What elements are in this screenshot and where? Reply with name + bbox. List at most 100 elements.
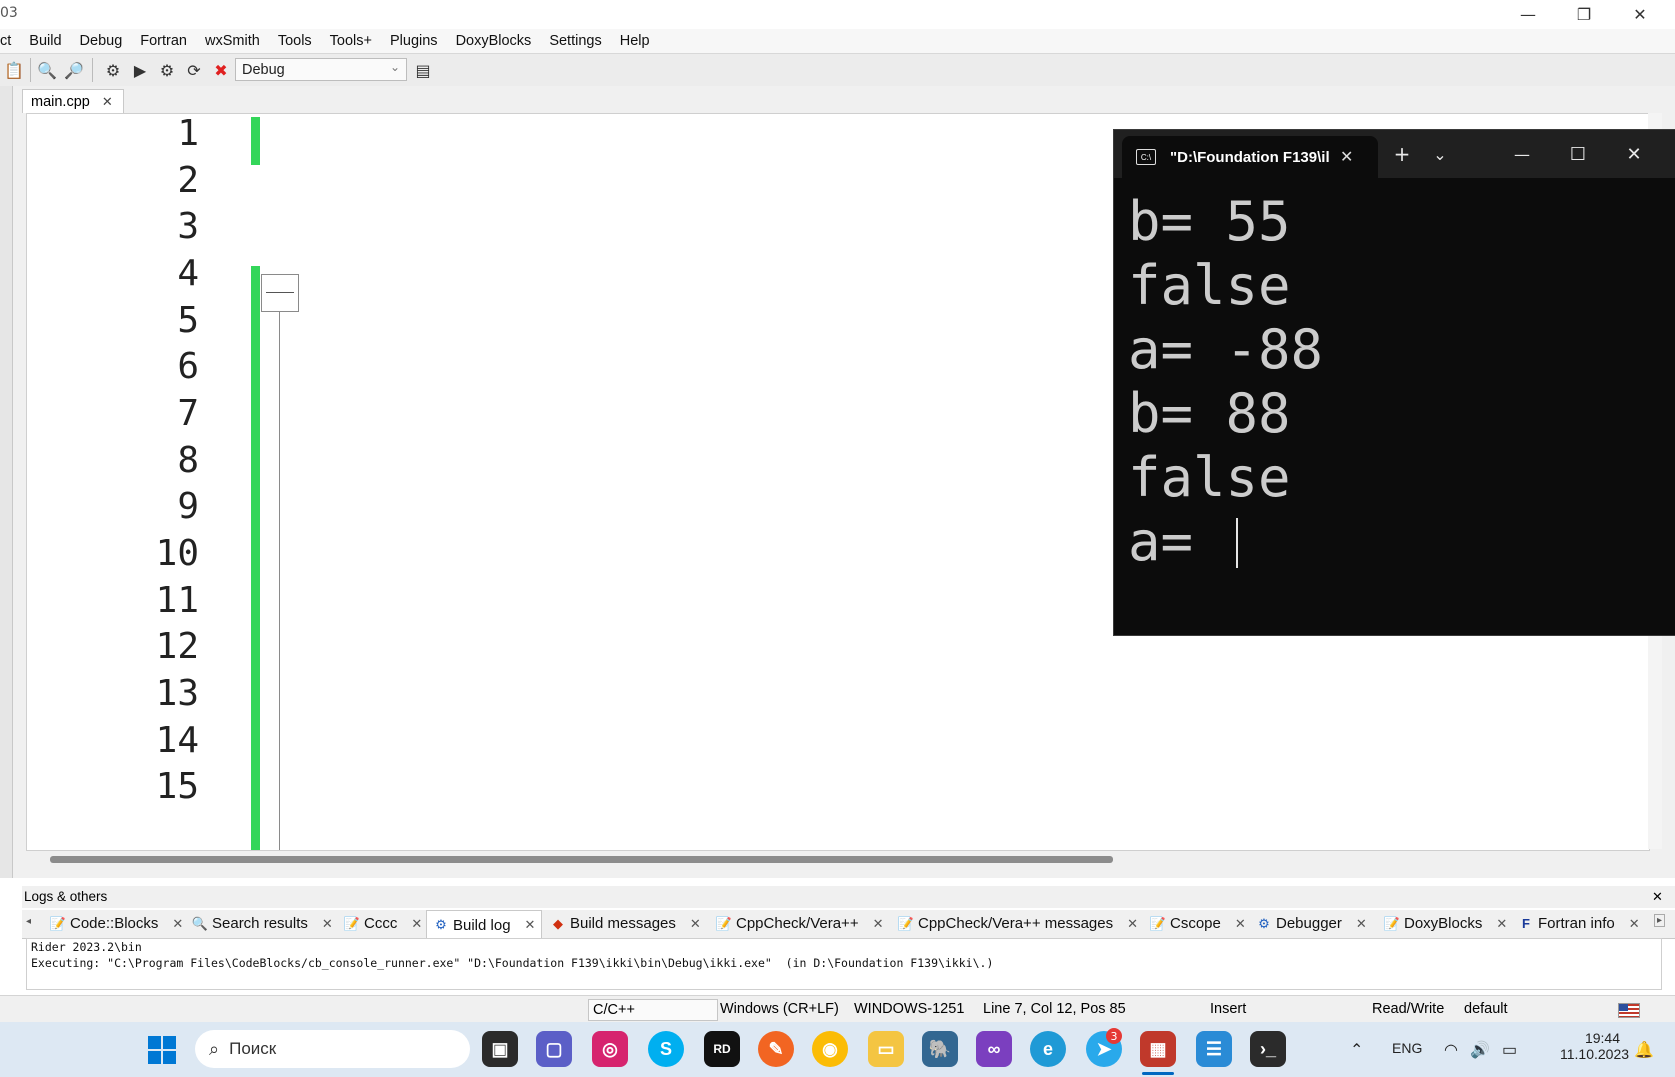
tab-cppcheck-messages[interactable]: 📝 CppCheck/Vera++ messages ✕: [898, 910, 1138, 937]
horizontal-scrollbar-thumb[interactable]: [50, 856, 1113, 863]
tab-main-cpp[interactable]: main.cpp ✕: [22, 89, 124, 113]
menu-debug[interactable]: Debug: [71, 33, 132, 49]
menu-plugins[interactable]: Plugins: [381, 33, 447, 49]
console-maximize-button[interactable]: ☐: [1550, 138, 1606, 170]
close-panel-icon[interactable]: ✕: [1652, 889, 1663, 905]
file-explorer-icon[interactable]: ▭: [868, 1031, 904, 1067]
close-tab-icon[interactable]: ✕: [1127, 916, 1138, 932]
terminal-icon[interactable]: ›_: [1250, 1031, 1286, 1067]
fold-marker[interactable]: [261, 274, 299, 312]
document-icon: 📝: [1383, 915, 1401, 931]
task-view-icon[interactable]: ▣: [482, 1031, 518, 1067]
paste-icon[interactable]: 📋: [3, 59, 25, 81]
close-tab-icon[interactable]: ✕: [690, 916, 701, 932]
tab-cscope[interactable]: 📝 Cscope ✕: [1150, 910, 1246, 937]
console-window[interactable]: C:\ "D:\Foundation F139\il ✕ + ⌄ — ☐ ✕ b…: [1114, 130, 1675, 635]
close-tab-icon[interactable]: ✕: [411, 916, 422, 932]
language-indicator[interactable]: ENG: [1392, 1040, 1422, 1056]
new-tab-button[interactable]: +: [1382, 138, 1422, 170]
line-number: 1: [177, 113, 199, 154]
tab-label: Fortran info: [1538, 915, 1615, 932]
tab-debugger[interactable]: ⚙ Debugger ✕: [1256, 910, 1367, 937]
taskbar-search[interactable]: ⌕ Поиск: [195, 1030, 470, 1068]
volume-icon[interactable]: 🔊: [1470, 1040, 1490, 1060]
tabs-scroll-left-icon[interactable]: ◂: [26, 916, 31, 927]
tab-doxyblocks[interactable]: 📝 DoxyBlocks ✕: [1384, 910, 1507, 937]
console-minimize-button[interactable]: —: [1494, 138, 1550, 170]
document-icon: 📝: [897, 915, 915, 931]
close-tab-icon[interactable]: ✕: [172, 916, 183, 932]
notifications-icon[interactable]: 🔔: [1634, 1040, 1654, 1060]
run-icon[interactable]: ▶: [129, 59, 151, 81]
close-tab-icon[interactable]: ✕: [1496, 916, 1507, 932]
tabs-scroll-right-icon[interactable]: ▸: [1654, 914, 1666, 927]
tab-dropdown-button[interactable]: ⌄: [1422, 138, 1458, 170]
tab-label: DoxyBlocks: [1404, 915, 1483, 932]
menu-project[interactable]: ct: [0, 33, 20, 49]
line-number: 4: [177, 253, 199, 294]
find-icon[interactable]: 🔍: [36, 59, 58, 81]
close-tab-icon[interactable]: ✕: [1340, 147, 1353, 167]
start-button[interactable]: [148, 1036, 176, 1064]
instagram-icon[interactable]: ◎: [592, 1031, 628, 1067]
close-tab-icon[interactable]: ✕: [1356, 916, 1367, 932]
menu-tools[interactable]: Tools: [269, 33, 321, 49]
close-tab-icon[interactable]: ✕: [102, 94, 113, 110]
replace-icon[interactable]: 🔎: [63, 59, 85, 81]
teams-icon[interactable]: ▢: [536, 1031, 572, 1067]
close-tab-icon[interactable]: ✕: [1629, 916, 1640, 932]
tab-cppcheck[interactable]: 📝 CppCheck/Vera++ ✕: [716, 910, 884, 937]
pen-app-icon[interactable]: ✎: [758, 1031, 794, 1067]
console-close-button[interactable]: ✕: [1606, 138, 1662, 170]
menu-wxsmith[interactable]: wxSmith: [196, 33, 269, 49]
notepad-icon[interactable]: ☰: [1196, 1031, 1232, 1067]
management-panel-collapsed[interactable]: [0, 86, 13, 878]
postgresql-icon[interactable]: 🐘: [922, 1031, 958, 1067]
abort-icon[interactable]: ✖: [210, 59, 232, 81]
edge-icon[interactable]: e: [1030, 1031, 1066, 1067]
tab-fortran-info[interactable]: F Fortran info ✕: [1518, 910, 1640, 937]
show-hidden-icons[interactable]: ⌃: [1350, 1040, 1363, 1060]
tab-codeblocks[interactable]: 📝 Code::Blocks ✕: [50, 910, 183, 937]
build-and-run-icon[interactable]: ⚙: [156, 59, 178, 81]
visual-studio-icon[interactable]: ∞: [976, 1031, 1012, 1067]
status-mode: Insert: [1210, 1001, 1247, 1017]
menu-doxyblocks[interactable]: DoxyBlocks: [447, 33, 541, 49]
close-tab-icon[interactable]: ✕: [873, 916, 884, 932]
tab-label: Build messages: [570, 915, 676, 932]
menu-tools-plus[interactable]: Tools+: [321, 33, 381, 49]
tab-build-log[interactable]: ⚙ Build log ✕: [426, 910, 543, 939]
build-target-select[interactable]: Debug ⌄: [235, 58, 407, 81]
minimize-button[interactable]: —: [1500, 0, 1556, 29]
skype-icon[interactable]: S: [648, 1031, 684, 1067]
tab-build-messages[interactable]: ◆ Build messages ✕: [550, 910, 701, 937]
battery-icon[interactable]: ▭: [1502, 1040, 1517, 1060]
menu-help[interactable]: Help: [611, 33, 659, 49]
menu-settings[interactable]: Settings: [540, 33, 610, 49]
build-gear-icon[interactable]: ⚙: [102, 59, 124, 81]
rider-icon[interactable]: RD: [704, 1031, 740, 1067]
menu-bar: ct Build Debug Fortran wxSmith Tools Too…: [0, 29, 1675, 53]
close-tab-icon[interactable]: ✕: [322, 916, 333, 932]
close-button[interactable]: ✕: [1612, 0, 1668, 29]
menu-build[interactable]: Build: [20, 33, 70, 49]
clock[interactable]: 19:44 11.10.2023: [1560, 1030, 1629, 1062]
console-line: b= 55: [1128, 190, 1291, 253]
console-tab[interactable]: C:\ "D:\Foundation F139\il ✕: [1122, 136, 1378, 178]
show-select-target-icon[interactable]: ▤: [412, 59, 434, 81]
build-log-output[interactable]: Rider 2023.2\bin Executing: "C:\Program …: [26, 938, 1662, 990]
close-tab-icon[interactable]: ✕: [1235, 916, 1246, 932]
codeblocks-icon[interactable]: ▦: [1140, 1031, 1176, 1067]
tab-search-results[interactable]: 🔍 Search results ✕: [192, 910, 333, 937]
toolbar: 📋 🔍 🔎 ⚙ ▶ ⚙ ⟳ ✖ Debug ⌄ ▤: [0, 53, 1675, 87]
close-tab-icon[interactable]: ✕: [525, 917, 536, 933]
chrome-icon[interactable]: ◉: [812, 1031, 848, 1067]
console-input-line[interactable]: a=: [1128, 510, 1668, 574]
wifi-icon[interactable]: ◠: [1444, 1040, 1458, 1060]
tab-cccc[interactable]: 📝 Cccc ✕: [344, 910, 422, 937]
fortran-icon: F: [1522, 916, 1530, 931]
rebuild-icon[interactable]: ⟳: [183, 59, 205, 81]
restore-button[interactable]: ❐: [1556, 0, 1612, 29]
menu-fortran[interactable]: Fortran: [131, 33, 196, 49]
